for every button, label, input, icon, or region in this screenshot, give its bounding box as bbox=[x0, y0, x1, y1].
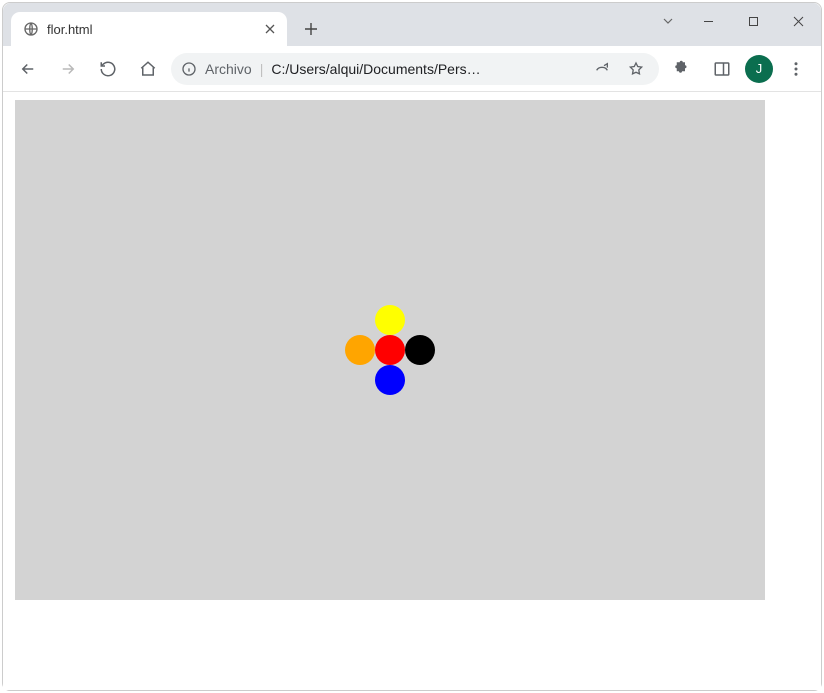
forward-button[interactable] bbox=[51, 52, 85, 86]
extensions-icon[interactable] bbox=[665, 52, 699, 86]
url-separator: | bbox=[260, 61, 264, 77]
back-button[interactable] bbox=[11, 52, 45, 86]
reload-button[interactable] bbox=[91, 52, 125, 86]
window-minimize-button[interactable] bbox=[686, 3, 731, 39]
canvas-area bbox=[15, 100, 765, 600]
info-icon[interactable] bbox=[181, 61, 197, 77]
petal-bottom bbox=[375, 365, 405, 395]
globe-icon bbox=[23, 21, 39, 37]
petal-top bbox=[375, 305, 405, 335]
new-tab-button[interactable] bbox=[297, 15, 325, 43]
petal-right bbox=[405, 335, 435, 365]
tab-title: flor.html bbox=[47, 22, 261, 37]
chevron-down-icon[interactable] bbox=[650, 3, 686, 39]
titlebar: flor.html bbox=[3, 3, 821, 46]
toolbar: Archivo | C:/Users/alqui/Documents/Pers…… bbox=[3, 46, 821, 92]
browser-tab[interactable]: flor.html bbox=[11, 12, 287, 46]
url-path: C:/Users/alqui/Documents/Pers… bbox=[271, 61, 581, 77]
share-icon[interactable] bbox=[589, 56, 615, 82]
sidepanel-icon[interactable] bbox=[705, 52, 739, 86]
browser-window: flor.html bbox=[2, 2, 822, 691]
address-bar[interactable]: Archivo | C:/Users/alqui/Documents/Pers… bbox=[171, 53, 659, 85]
petal-left bbox=[345, 335, 375, 365]
url-scheme-label: Archivo bbox=[205, 61, 252, 77]
window-maximize-button[interactable] bbox=[731, 3, 776, 39]
flower-shape bbox=[375, 335, 405, 365]
window-close-button[interactable] bbox=[776, 3, 821, 39]
profile-avatar[interactable]: J bbox=[745, 55, 773, 83]
window-controls bbox=[650, 3, 821, 39]
menu-button[interactable] bbox=[779, 52, 813, 86]
profile-initial: J bbox=[756, 61, 763, 76]
page-viewport[interactable] bbox=[3, 92, 821, 690]
tab-close-button[interactable] bbox=[261, 20, 279, 38]
bookmark-star-icon[interactable] bbox=[623, 56, 649, 82]
home-button[interactable] bbox=[131, 52, 165, 86]
petal-center bbox=[375, 335, 405, 365]
